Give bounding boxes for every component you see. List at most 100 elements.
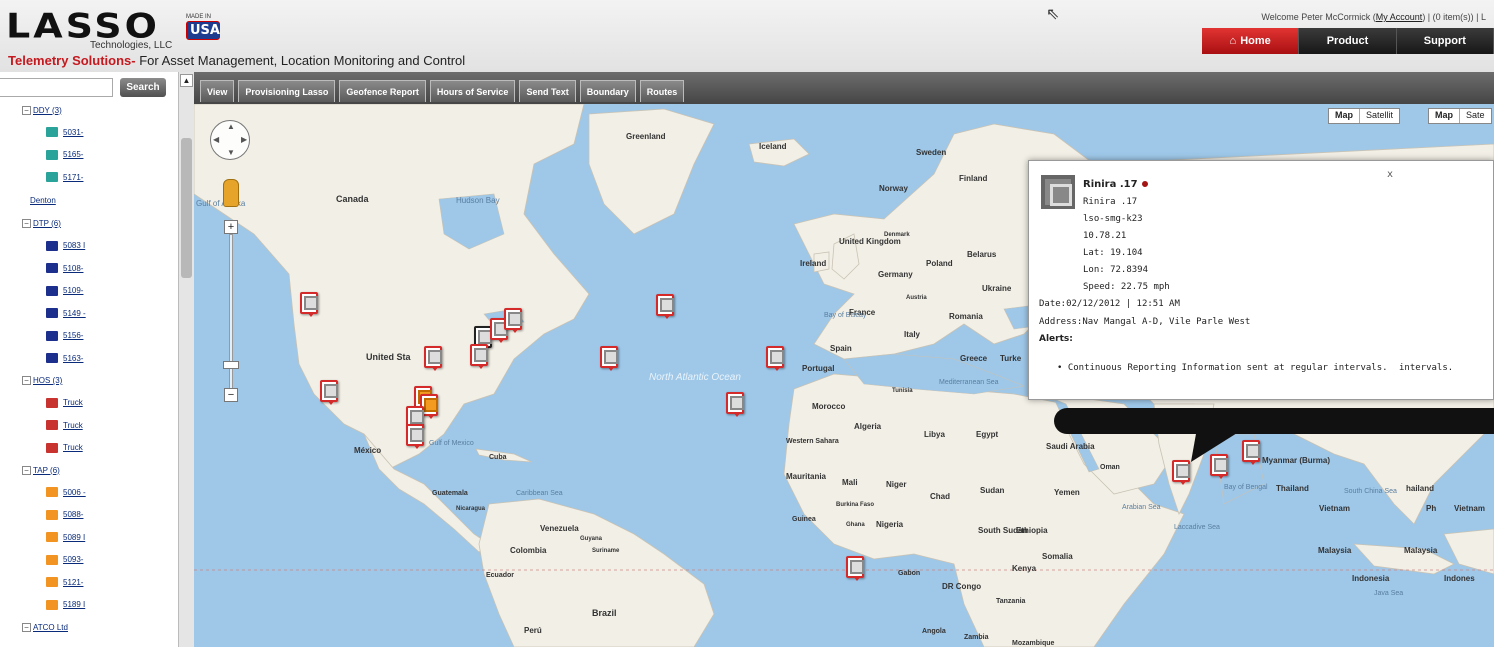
tree-item-label[interactable]: 5006 - <box>63 488 86 497</box>
tree-item-label[interactable]: 5165- <box>63 150 83 159</box>
zoom-out-button[interactable]: − <box>224 388 238 402</box>
tree-group-label[interactable]: DDY (3) <box>33 106 62 115</box>
tree-group[interactable]: − HOS (3) <box>0 370 180 392</box>
tab-boundary[interactable]: Boundary <box>579 80 636 102</box>
map-type-map-button-2[interactable]: Map <box>1429 109 1460 123</box>
label-mediterranean: Mediterranean Sea <box>939 379 999 386</box>
zoom-slider-track[interactable] <box>229 234 233 394</box>
tree-item-label[interactable]: 5093- <box>63 555 83 564</box>
nav-home[interactable]: ⌂ Home <box>1202 28 1300 54</box>
tree-group-label[interactable]: ATCO Ltd <box>33 623 68 632</box>
tree-item[interactable]: 5171- <box>0 166 180 189</box>
tree-group-label[interactable]: DTP (6) <box>33 219 61 228</box>
tree-item[interactable]: Truck <box>0 414 180 437</box>
map-type-satellite-button[interactable]: Satellit <box>1360 109 1399 123</box>
tree-item-label[interactable]: 5149 - <box>63 309 86 318</box>
tree-item-label[interactable]: 5163- <box>63 354 83 363</box>
tree-item[interactable]: 5031- <box>0 121 180 144</box>
tree-item[interactable]: 5108- <box>0 257 180 280</box>
pan-left-icon[interactable]: ◀ <box>213 135 219 144</box>
tree-item-label[interactable]: 5171- <box>63 173 83 182</box>
tree-item[interactable]: 5121- <box>0 571 180 594</box>
tab-view[interactable]: View <box>200 80 235 102</box>
tree-item[interactable]: 5006 - <box>0 481 180 504</box>
asset-marker[interactable] <box>656 294 674 319</box>
asset-marker[interactable] <box>470 344 488 369</box>
tree-item-label[interactable]: 5031- <box>63 128 83 137</box>
asset-marker[interactable] <box>504 308 522 333</box>
tree-item-label[interactable]: 5189 I <box>63 600 85 609</box>
my-account-link[interactable]: My Account <box>1376 12 1423 22</box>
tree-item-label[interactable]: 5121- <box>63 578 83 587</box>
close-icon[interactable]: x <box>1387 169 1393 180</box>
tree-item-label[interactable]: 5089 I <box>63 533 85 542</box>
tree-group[interactable]: − TAP (6) <box>0 459 180 481</box>
tab-hours-of-service[interactable]: Hours of Service <box>429 80 516 102</box>
collapse-toggle-icon[interactable]: − <box>22 376 31 385</box>
tab-send-text[interactable]: Send Text <box>519 80 576 102</box>
map-type-satellite-button-2[interactable]: Sate <box>1460 109 1491 123</box>
zoom-in-button[interactable]: + <box>224 220 238 234</box>
nav-product[interactable]: Product <box>1299 28 1397 54</box>
tree-item-label[interactable]: 5083 I <box>63 241 85 250</box>
asset-marker[interactable] <box>766 346 784 371</box>
tab-routes[interactable]: Routes <box>639 80 685 102</box>
collapse-toggle-icon[interactable]: − <box>22 465 31 475</box>
tree-item[interactable]: 5088- <box>0 504 180 527</box>
tree-item-label[interactable]: 5088- <box>63 510 83 519</box>
search-button[interactable]: Search <box>120 78 166 97</box>
tree-item[interactable]: 5149 - <box>0 302 180 325</box>
asset-marker[interactable] <box>1242 440 1260 465</box>
scroll-thumb[interactable] <box>181 138 192 278</box>
tree-item[interactable]: 5163- <box>0 347 180 370</box>
tab-provisioning-lasso[interactable]: Provisioning Lasso <box>238 80 336 102</box>
asset-marker[interactable] <box>600 346 618 371</box>
asset-marker[interactable] <box>846 556 864 581</box>
label-ph: Ph <box>1426 504 1437 513</box>
sidebar-scrollbar[interactable]: ▲ <box>178 72 194 647</box>
tree-item[interactable]: 5089 I <box>0 526 180 549</box>
tree-item-label[interactable]: Truck <box>63 443 83 452</box>
street-view-pegman-icon[interactable] <box>223 179 239 207</box>
vehicle-icon <box>46 554 58 565</box>
pan-up-icon[interactable]: ▲ <box>227 122 235 131</box>
tree-group[interactable]: − DDY (3) <box>0 99 180 121</box>
search-input[interactable] <box>0 78 113 97</box>
asset-marker[interactable] <box>726 392 744 417</box>
asset-marker[interactable] <box>320 380 338 405</box>
pan-control[interactable]: ▲ ◀ ▶ ▼ <box>210 120 250 160</box>
asset-marker[interactable] <box>406 424 424 449</box>
tree-item-label[interactable]: Truck <box>63 421 83 430</box>
tree-item-label[interactable]: 5108- <box>63 264 83 273</box>
tree-item-label[interactable]: 5156- <box>63 331 83 340</box>
pan-down-icon[interactable]: ▼ <box>227 148 235 157</box>
label-bay-of-biscay: Bay of Biscay <box>824 312 867 319</box>
tree-group-label[interactable]: TAP (6) <box>33 466 60 475</box>
tree-group[interactable]: − DTP (6) <box>0 213 180 235</box>
tree-item[interactable]: 5083 I <box>0 235 180 258</box>
tree-item-label[interactable]: Truck <box>63 398 83 407</box>
asset-marker[interactable] <box>300 292 318 317</box>
zoom-slider-handle[interactable] <box>223 361 239 369</box>
tab-geofence-report[interactable]: Geofence Report <box>339 80 426 102</box>
tree-item-label[interactable]: 5109- <box>63 286 83 295</box>
tree-group-label[interactable]: HOS (3) <box>33 376 62 385</box>
tree-item[interactable]: 5093- <box>0 549 180 572</box>
tree-node[interactable]: Denton <box>0 189 180 213</box>
tree-item[interactable]: Truck <box>0 437 180 460</box>
asset-marker[interactable] <box>424 346 442 371</box>
tree-item[interactable]: 5109- <box>0 280 180 303</box>
tree-item[interactable]: 5156- <box>0 325 180 348</box>
collapse-toggle-icon[interactable]: − <box>22 219 31 228</box>
scroll-up-arrow-icon[interactable]: ▲ <box>180 74 193 87</box>
map-type-map-button[interactable]: Map <box>1329 109 1360 123</box>
asset-marker-selected[interactable] <box>1172 460 1190 485</box>
tree-item[interactable]: Truck <box>0 392 180 415</box>
tree-group[interactable]: − ATCO Ltd <box>0 616 180 638</box>
nav-support[interactable]: Support <box>1396 28 1494 54</box>
collapse-toggle-icon[interactable]: − <box>22 622 31 632</box>
pan-right-icon[interactable]: ▶ <box>241 135 247 144</box>
tree-item[interactable]: 5189 I <box>0 594 180 617</box>
collapse-toggle-icon[interactable]: − <box>22 105 31 115</box>
tree-item[interactable]: 5165- <box>0 144 180 167</box>
